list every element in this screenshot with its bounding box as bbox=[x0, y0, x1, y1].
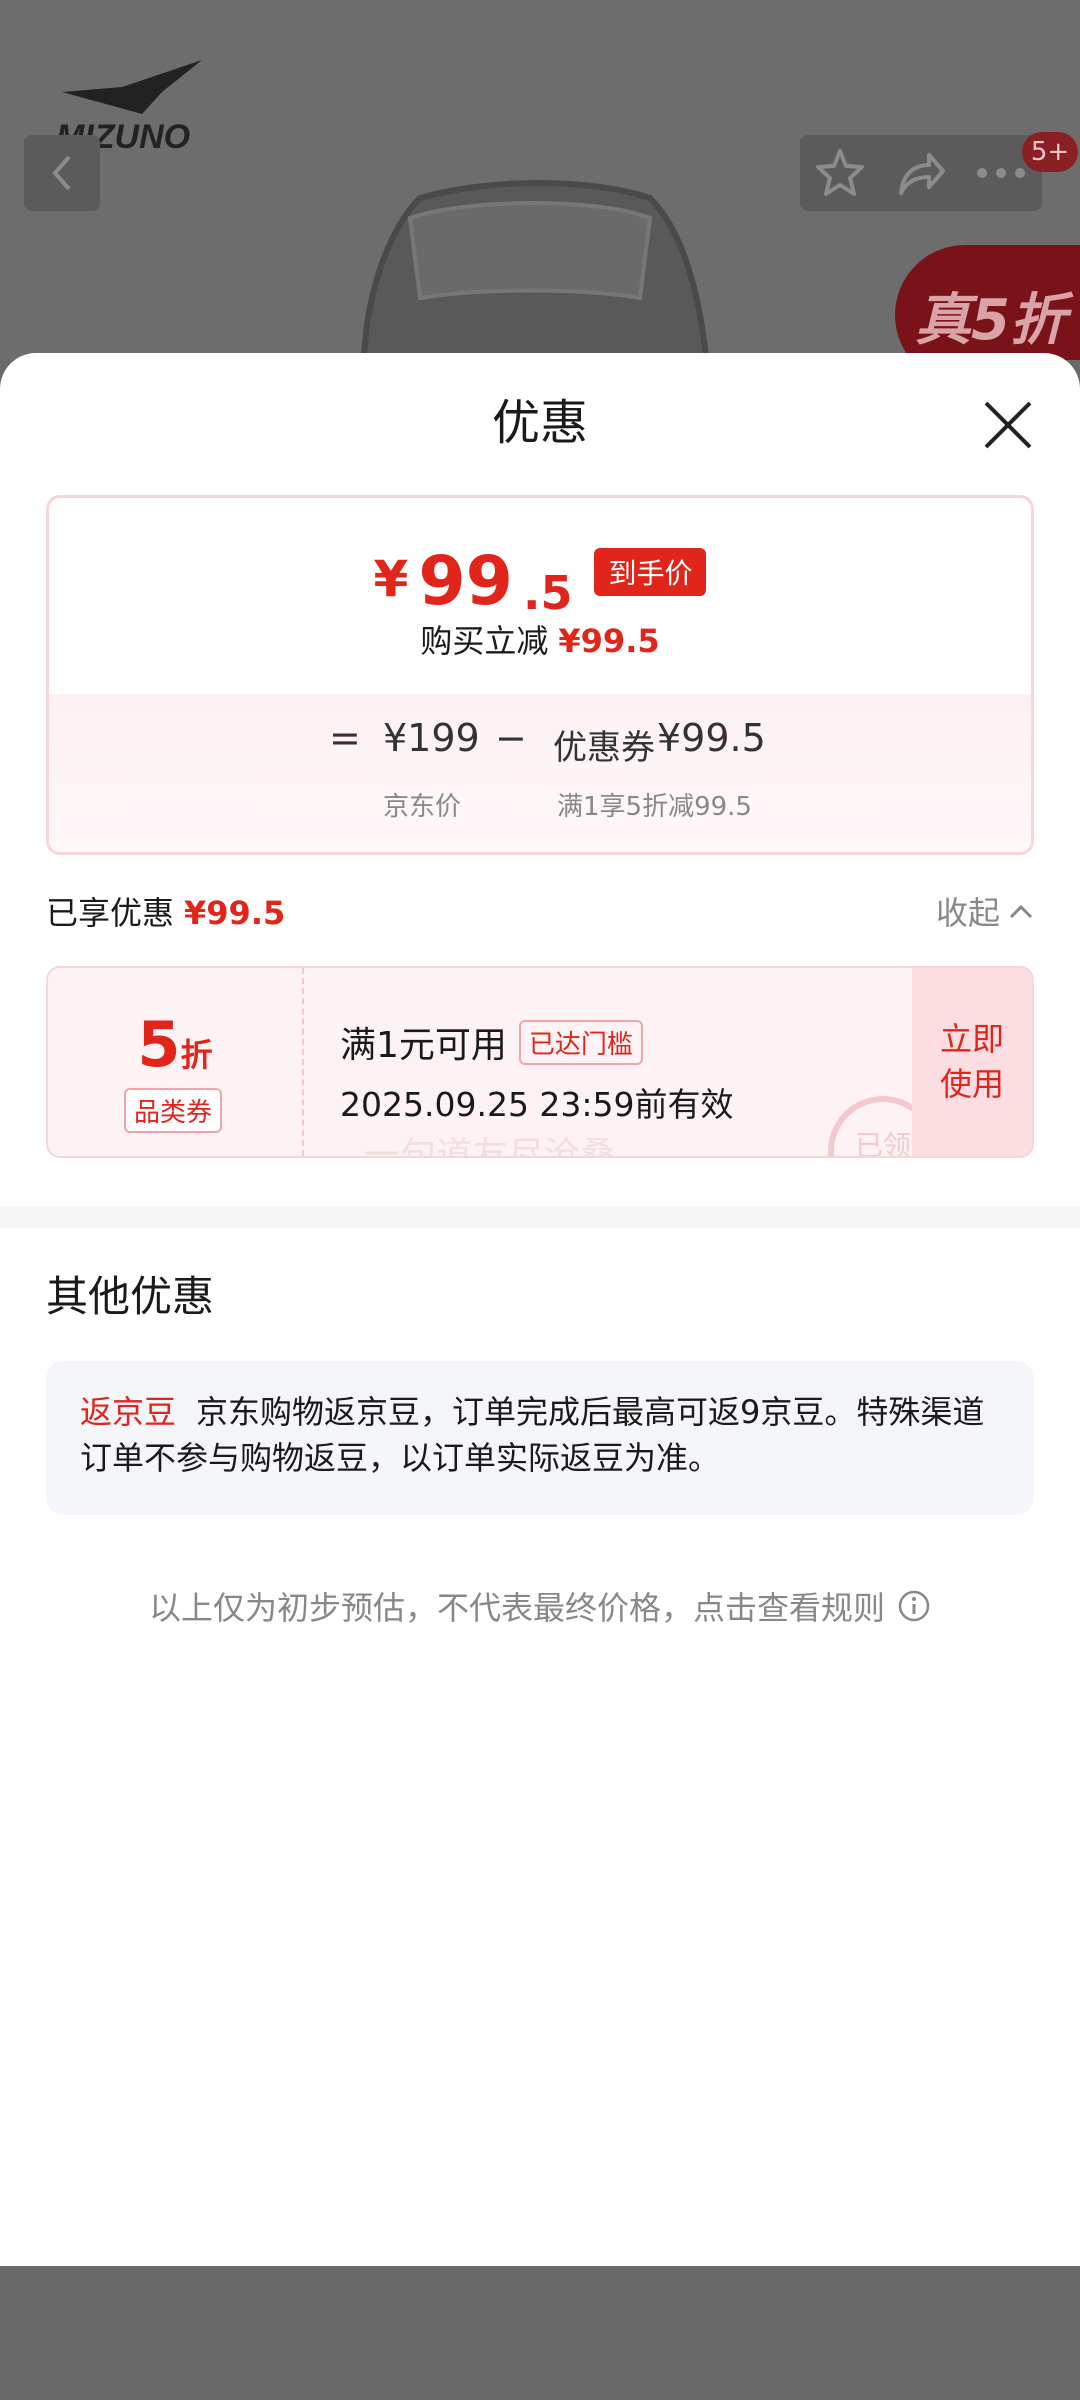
close-icon[interactable] bbox=[980, 397, 1036, 453]
price-currency: ¥ bbox=[373, 550, 409, 608]
disclaimer-text: 以上仅为初步预估，不代表最终价格，点击查看规则 bbox=[148, 1589, 885, 1627]
base-price-note: 京东价 bbox=[383, 792, 462, 822]
base-price: ¥199 bbox=[383, 716, 480, 760]
chevron-up-icon bbox=[1009, 904, 1033, 919]
coupon-discount: 5折 bbox=[48, 1008, 302, 1081]
product-page-background: MIZUNO 5+ 真5折 bbox=[0, 0, 1080, 360]
coupon-condition-row: 满1元可用 已达门槛 bbox=[340, 1016, 734, 1068]
disclaimer-link[interactable]: 以上仅为初步预估，不代表最终价格，点击查看规则 bbox=[0, 1583, 1080, 1629]
price-breakdown: = ¥199 − 优惠券 ¥99.5 京东价 满1享5折减99.5 bbox=[49, 694, 1031, 852]
jd-beans-tag: 返京豆 bbox=[80, 1393, 177, 1431]
notification-badge: 5+ bbox=[1022, 132, 1078, 172]
coupon-type-badge: 品类券 bbox=[124, 1088, 223, 1133]
coupon-expiry: 2025.09.25 23:59前有效 bbox=[340, 1085, 734, 1124]
coupon-details: 满1元可用 已达门槛 2025.09.25 23:59前有效 bbox=[340, 1016, 734, 1126]
coupon-value-section: 5折 品类券 bbox=[48, 968, 304, 1156]
coupon-card: 5折 品类券 满1元可用 已达门槛 2025.09.25 23:59前有效 一句… bbox=[46, 966, 1034, 1158]
more-icon[interactable] bbox=[974, 163, 1028, 183]
final-price: ¥ 99 .5 到手价 bbox=[49, 548, 1031, 616]
minus-sign: − bbox=[495, 716, 527, 760]
top-right-toolbar bbox=[800, 135, 1042, 211]
sheet-title: 优惠 bbox=[491, 395, 588, 451]
other-discounts-title: 其他优惠 bbox=[46, 1272, 215, 1321]
enjoyed-label: 已享优惠 bbox=[46, 894, 175, 932]
coupon-discount-number: 5 bbox=[137, 1008, 181, 1081]
coupon-watermark: 一句道友尽沧桑 bbox=[364, 1135, 617, 1158]
jd-beans-card: 返京豆 京东购物返京豆，订单完成后最高可返9京豆。特殊渠道订单不参与购物返豆，以订… bbox=[46, 1361, 1034, 1515]
final-price-tag: 到手价 bbox=[594, 548, 707, 596]
use-now-line1: 立即 bbox=[939, 1020, 1004, 1059]
equals-sign: = bbox=[329, 716, 361, 760]
discount-sheet: 优惠 ¥ 99 .5 到手价 购买立减 ¥99.5 = ¥199 − 优惠券 ¥9… bbox=[0, 353, 1080, 2266]
use-now-button[interactable]: 立即 使用 bbox=[912, 968, 1032, 1156]
price-decimal: .5 bbox=[522, 566, 573, 620]
promo-tag: 真5折 bbox=[895, 245, 1080, 360]
instant-discount-value: ¥99.5 bbox=[558, 622, 660, 660]
section-divider bbox=[0, 1206, 1080, 1228]
price-calc-row: = ¥199 − 优惠券 ¥99.5 bbox=[49, 716, 1031, 776]
coupon-condition: 满1元可用 bbox=[340, 1025, 507, 1066]
jd-beans-text: 京东购物返京豆，订单完成后最高可返9京豆。特殊渠道订单不参与购物返豆，以订单实际… bbox=[80, 1393, 985, 1477]
coupon-discount-unit: 折 bbox=[180, 1036, 213, 1074]
share-icon[interactable] bbox=[893, 147, 947, 199]
coupon-note: 满1享5折减99.5 bbox=[557, 792, 752, 822]
coupon-value: ¥99.5 bbox=[657, 716, 766, 760]
enjoyed-discount-row: 已享优惠 ¥99.5 收起 bbox=[46, 888, 1034, 932]
threshold-reached-badge: 已达门槛 bbox=[518, 1019, 643, 1065]
price-integer: 99 bbox=[418, 542, 513, 621]
final-price-section: ¥ 99 .5 到手价 购买立减 ¥99.5 bbox=[49, 498, 1031, 694]
instant-discount-label: 购买立减 bbox=[420, 622, 549, 660]
price-card: ¥ 99 .5 到手价 购买立减 ¥99.5 = ¥199 − 优惠券 ¥99.5… bbox=[46, 495, 1034, 855]
chevron-left-icon bbox=[52, 155, 71, 191]
instant-discount: 购买立减 ¥99.5 bbox=[49, 616, 1031, 662]
enjoyed-value: ¥99.5 bbox=[184, 894, 286, 932]
collapse-label: 收起 bbox=[935, 894, 1000, 932]
coupon-label: 优惠券 bbox=[553, 728, 655, 768]
star-icon[interactable] bbox=[814, 147, 866, 199]
collapse-button[interactable]: 收起 bbox=[936, 888, 1034, 934]
back-button[interactable] bbox=[24, 135, 100, 211]
product-image bbox=[360, 180, 710, 360]
info-icon bbox=[898, 1590, 930, 1622]
use-now-line2: 使用 bbox=[939, 1065, 1004, 1103]
